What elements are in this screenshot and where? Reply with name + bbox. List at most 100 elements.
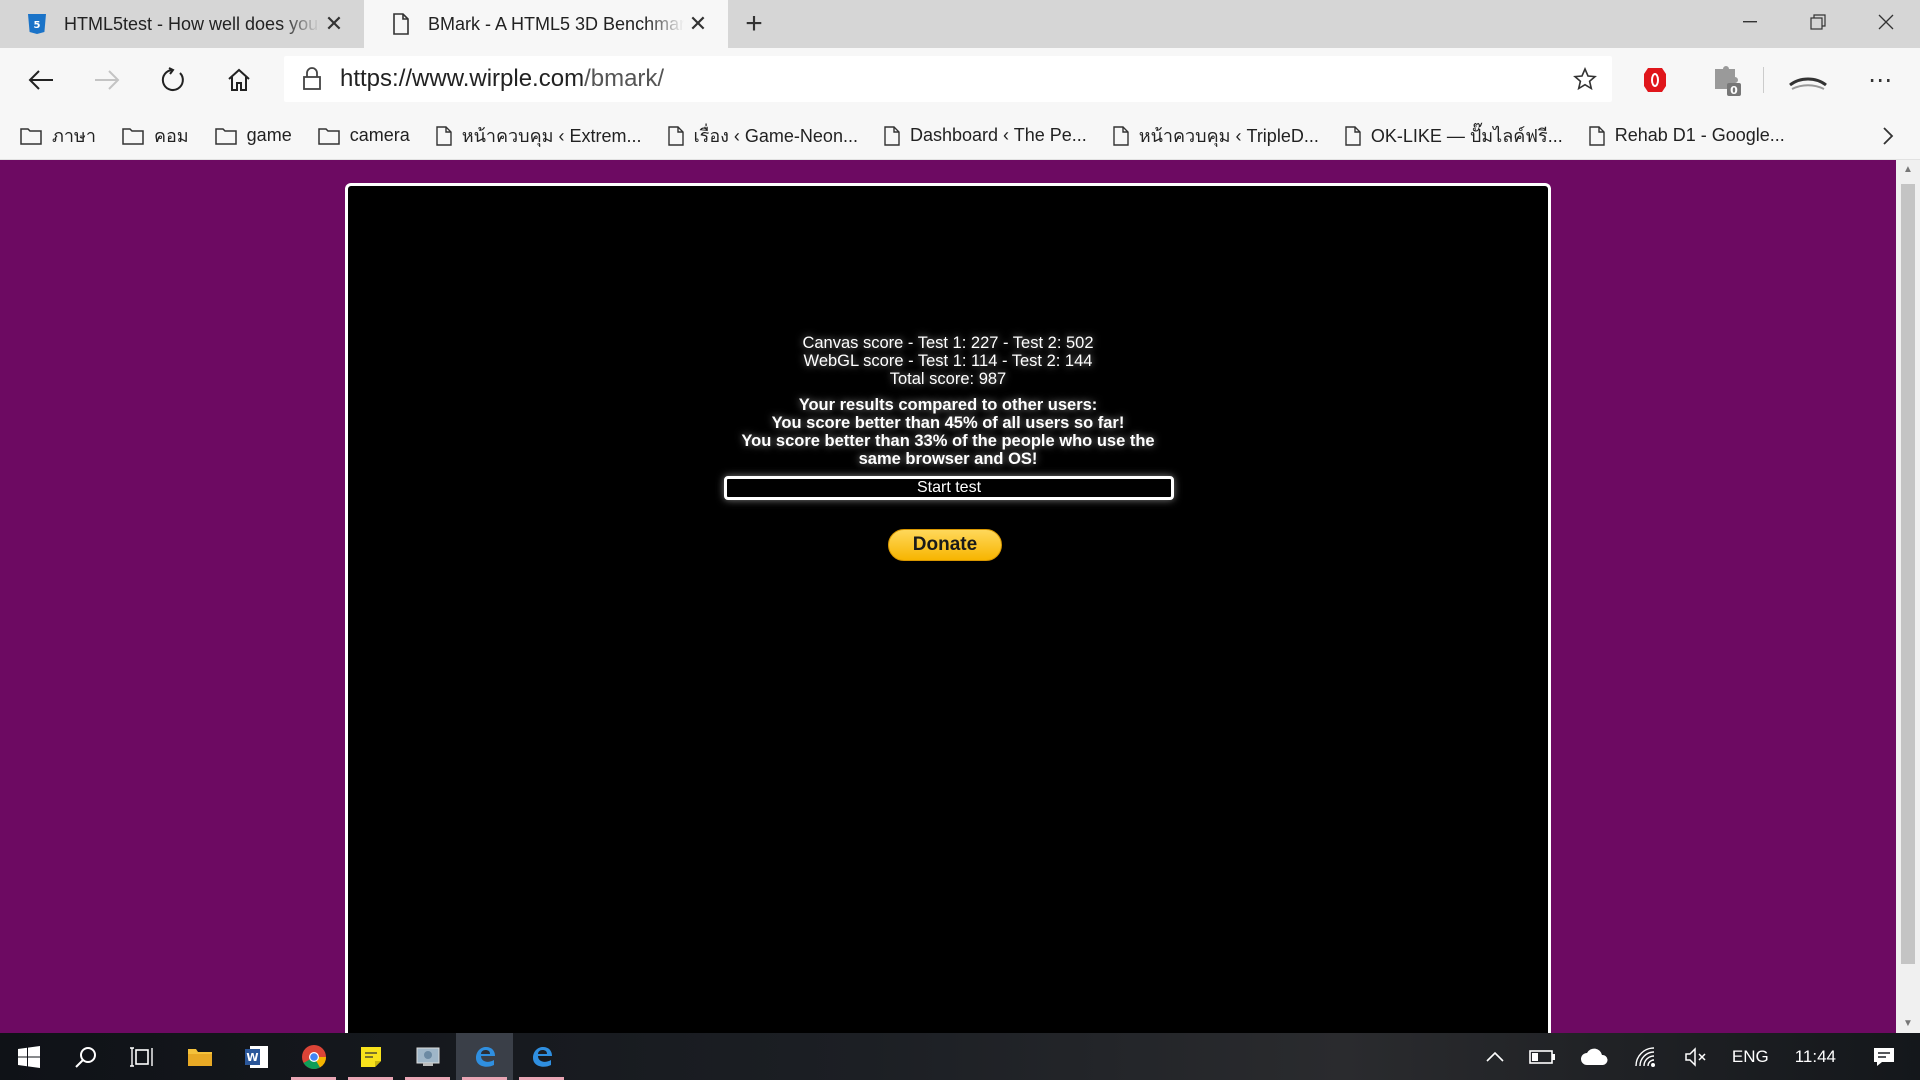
bookmark-label: หน้าควบคุม ‹ TripleD... (1138, 126, 1319, 146)
bookmark-link[interactable]: หน้าควบคุม ‹ TripleD... (1113, 121, 1319, 150)
address-toolbar: https://www.wirple.com/bmark/ 0 ⋯ (0, 48, 1920, 112)
word-button[interactable]: W (228, 1033, 285, 1080)
chrome-button[interactable] (285, 1033, 342, 1080)
window-controls (1716, 0, 1920, 44)
bookmark-label: หน้าควบคุม ‹ Extrem... (461, 126, 642, 146)
bookmark-link[interactable]: OK-LIKE — ปั๊มไลค์ฟรี... (1345, 121, 1563, 150)
page-icon (1345, 125, 1361, 146)
bookmark-label: Rehab D1 - Google... (1614, 125, 1785, 145)
url-text[interactable]: https://www.wirple.com/bmark/ (340, 65, 1558, 93)
bookmark-folder-com[interactable]: คอม (122, 121, 189, 150)
bookmark-label: คอม (153, 126, 189, 146)
scroll-up-arrow-icon[interactable]: ▲ (1896, 164, 1920, 175)
task-view-button[interactable] (114, 1033, 171, 1080)
refresh-icon (161, 67, 184, 91)
battery-icon[interactable] (1516, 1049, 1568, 1065)
arrow-right-icon (95, 70, 120, 90)
bookmark-link[interactable]: Rehab D1 - Google... (1589, 125, 1785, 146)
chevron-right-icon[interactable] (1882, 112, 1894, 160)
compare-heading: Your results compared to other users: (798, 396, 1098, 414)
webgl-score: WebGL score - Test 1: 114 - Test 2: 144 (803, 352, 1093, 370)
url-path: /bmark/ (584, 65, 665, 92)
more-menu-icon[interactable]: ⋯ (1862, 48, 1898, 112)
folder-icon (187, 1048, 212, 1066)
settings-app-button[interactable] (399, 1033, 456, 1080)
minimize-button[interactable] (1716, 0, 1784, 44)
lock-icon[interactable] (284, 67, 340, 91)
search-icon (74, 1046, 96, 1068)
chrome-icon (301, 1044, 326, 1069)
bookmark-folder-camera[interactable]: camera (317, 125, 410, 146)
wifi-icon[interactable] (1622, 1046, 1672, 1068)
scrollbar-thumb[interactable] (1901, 184, 1915, 964)
input-language[interactable]: ENG (1720, 1047, 1781, 1067)
restore-button[interactable] (1784, 0, 1852, 44)
bookmark-link[interactable]: หน้าควบคุม ‹ Extrem... (436, 121, 642, 150)
bookmark-folder-game[interactable]: game (214, 125, 292, 146)
home-icon (228, 68, 250, 91)
close-window-button[interactable] (1852, 0, 1920, 44)
edge-icon (532, 1046, 552, 1067)
bookmark-label: camera (349, 125, 410, 145)
page-icon (436, 125, 452, 146)
bookmark-label: เรื่อง ‹ Game-Neon... (693, 126, 858, 146)
html5-icon: 5 (26, 13, 48, 35)
vertical-scrollbar[interactable]: ▲ ▼ (1896, 160, 1920, 1033)
extension-badge: 0 (1730, 84, 1738, 97)
scroll-down-arrow-icon[interactable]: ▼ (1896, 1018, 1920, 1029)
page-icon (1589, 125, 1605, 146)
url-host: https://www.wirple.com (340, 65, 585, 92)
bookmark-link[interactable]: เรื่อง ‹ Game-Neon... (667, 121, 858, 150)
sticky-notes-icon (360, 1046, 381, 1067)
refresh-button[interactable] (140, 48, 206, 112)
bookmark-label: game (246, 125, 292, 145)
chevron-up-icon[interactable] (1474, 1051, 1516, 1063)
profile-avatar[interactable] (1786, 48, 1830, 112)
edge-button-active[interactable] (456, 1033, 513, 1080)
system-tray: ENG 11:44 (1474, 1033, 1920, 1080)
search-button[interactable] (57, 1033, 114, 1080)
home-button[interactable] (206, 48, 272, 112)
folder-icon (214, 127, 237, 145)
close-tab-icon[interactable]: ✕ (320, 11, 348, 37)
canvas-score: Canvas score - Test 1: 227 - Test 2: 502 (802, 334, 1094, 352)
favorite-star-icon[interactable] (1558, 67, 1612, 91)
page-icon (884, 125, 900, 146)
new-tab-button[interactable]: + (728, 0, 780, 48)
compare-same-browser-line2: same browser and OS! (858, 450, 1038, 468)
compare-same-browser-line1: You score better than 33% of the people … (741, 432, 1155, 450)
address-bar[interactable]: https://www.wirple.com/bmark/ (284, 56, 1612, 102)
tab-html5test[interactable]: 5 HTML5test - How well does your browser… (0, 0, 364, 48)
folder-icon (20, 127, 42, 145)
donate-button[interactable]: Donate (888, 529, 1002, 561)
back-button[interactable] (8, 48, 74, 112)
edge-icon (475, 1046, 495, 1067)
tab-title: BMark - A HTML5 3D Benchmark (428, 13, 684, 34)
bookmark-label: Dashboard ‹ The Pe... (909, 125, 1087, 145)
file-explorer-button[interactable] (171, 1033, 228, 1080)
svg-text:5: 5 (34, 20, 41, 31)
start-button[interactable] (0, 1033, 57, 1080)
total-score: Total score: 987 (889, 370, 1007, 388)
onedrive-cloud-icon[interactable] (1568, 1048, 1622, 1066)
tab-bmark[interactable]: BMark - A HTML5 3D Benchmark ✕ (364, 0, 728, 48)
clock[interactable]: 11:44 (1781, 1047, 1862, 1067)
bookmark-link[interactable]: Dashboard ‹ The Pe... (884, 125, 1087, 146)
favorites-bar: ภาษา คอม game camera หน้าควบคุม ‹ Extrem… (0, 112, 1920, 160)
results-panel: Canvas score - Test 1: 227 - Test 2: 502… (348, 334, 1548, 468)
opera-vpn-extension-icon[interactable] (1640, 48, 1670, 112)
windows-logo-icon (17, 1045, 40, 1068)
forward-button[interactable] (74, 48, 140, 112)
start-test-button[interactable]: Start test (724, 476, 1174, 500)
bookmark-folder-lang[interactable]: ภาษา (20, 121, 96, 150)
bmark-canvas-area[interactable]: Canvas score - Test 1: 227 - Test 2: 502… (345, 183, 1551, 1043)
edge-button[interactable] (513, 1033, 570, 1080)
svg-text:W: W (246, 1051, 258, 1064)
extension-puzzle-icon[interactable]: 0 (1708, 48, 1748, 112)
sticky-notes-button[interactable] (342, 1033, 399, 1080)
volume-muted-icon[interactable] (1672, 1046, 1720, 1067)
action-center-icon[interactable] (1862, 1046, 1920, 1068)
close-tab-icon[interactable]: ✕ (684, 11, 712, 37)
bookmark-label: ภาษา (52, 126, 96, 146)
tab-strip: 5 HTML5test - How well does your browser… (0, 0, 1920, 48)
